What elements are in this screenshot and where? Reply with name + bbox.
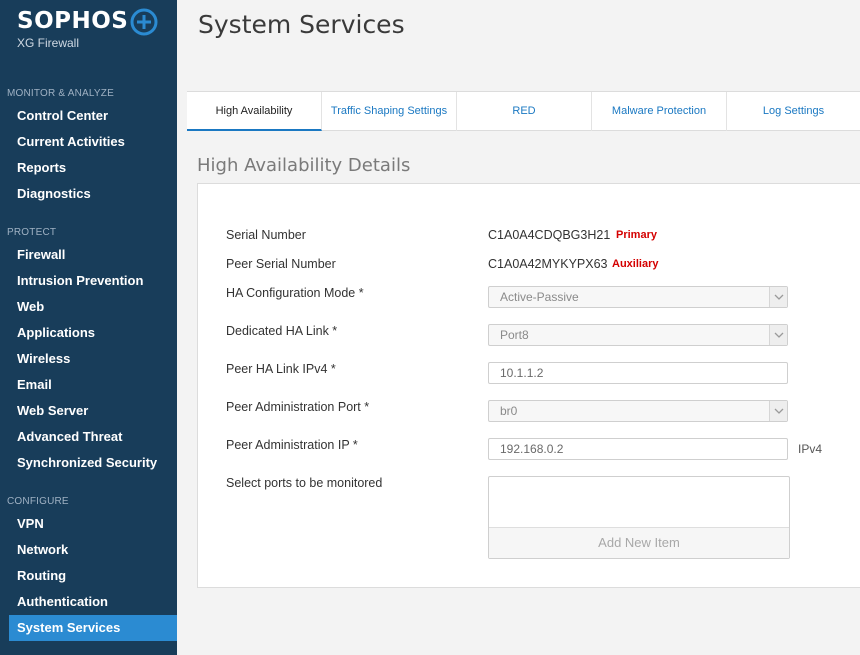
- ha-link-select[interactable]: Port8: [488, 324, 788, 346]
- peer-admin-port-value: br0: [500, 404, 518, 418]
- nav-item-web[interactable]: Web: [0, 294, 177, 320]
- serial-number-label: Serial Number: [226, 228, 306, 242]
- nav-item-vpn[interactable]: VPN: [0, 511, 177, 537]
- ha-link-dropdown-arrow[interactable]: [769, 325, 787, 345]
- nav-item-network[interactable]: Network: [0, 537, 177, 563]
- nav-item-applications[interactable]: Applications: [0, 320, 177, 346]
- peer-admin-ip-label: Peer Administration IP *: [226, 438, 358, 452]
- sophos-shield-icon: [130, 8, 158, 36]
- peer-admin-port-dropdown-arrow[interactable]: [769, 401, 787, 421]
- logo: SOPHOS XG Firewall: [17, 8, 128, 50]
- nav-item-authentication[interactable]: Authentication: [0, 589, 177, 615]
- ha-mode-value: Active-Passive: [500, 290, 579, 304]
- nav-item-intrusion-prevention[interactable]: Intrusion Prevention: [0, 268, 177, 294]
- ha-mode-label: HA Configuration Mode *: [226, 286, 364, 300]
- section-title-monitor: MONITOR & ANALYZE: [7, 88, 114, 99]
- chevron-down-icon: [774, 408, 784, 414]
- section-title-configure: CONFIGURE: [7, 496, 69, 507]
- peer-serial-number-value: C1A0A42MYKYPX63: [488, 257, 608, 271]
- section-title-protect: PROTECT: [7, 227, 57, 238]
- product-name: XG Firewall: [17, 36, 80, 50]
- chevron-down-icon: [774, 332, 784, 338]
- primary-badge: Primary: [616, 229, 657, 241]
- tab-high-availability[interactable]: High Availability: [187, 92, 322, 131]
- monitor-ports-label: Select ports to be monitored: [226, 476, 383, 490]
- add-new-item-button[interactable]: Add New Item: [489, 527, 789, 558]
- nav-item-advanced-threat[interactable]: Advanced Threat: [0, 424, 177, 450]
- ha-link-label: Dedicated HA Link *: [226, 324, 338, 338]
- tab-traffic-shaping-settings[interactable]: Traffic Shaping Settings: [322, 92, 457, 131]
- sidebar: SOPHOS XG Firewall MONITOR & ANALYZE Con…: [0, 0, 177, 655]
- nav-item-reports[interactable]: Reports: [0, 155, 177, 181]
- nav-item-wireless[interactable]: Wireless: [0, 346, 177, 372]
- tab-red[interactable]: RED: [457, 92, 592, 131]
- nav-item-system-services[interactable]: System Services: [9, 615, 177, 641]
- monitor-ports-list[interactable]: Add New Item: [488, 476, 790, 559]
- nav-item-diagnostics[interactable]: Diagnostics: [0, 181, 177, 207]
- nav-item-synchronized-security[interactable]: Synchronized Security: [0, 450, 177, 476]
- nav-item-current-activities[interactable]: Current Activities: [0, 129, 177, 155]
- ha-link-value: Port8: [500, 328, 529, 342]
- ha-details-panel: Serial Number C1A0A4CDQBG3H21 Primary Pe…: [197, 183, 860, 588]
- auxiliary-badge: Auxiliary: [612, 258, 659, 270]
- peer-ha-link-ip-label: Peer HA Link IPv4 *: [226, 362, 336, 376]
- peer-admin-ip-input[interactable]: 192.168.0.2: [488, 438, 788, 460]
- peer-admin-port-select[interactable]: br0: [488, 400, 788, 422]
- nav-item-email[interactable]: Email: [0, 372, 177, 398]
- page-title: System Services: [198, 10, 405, 39]
- tab-malware-protection[interactable]: Malware Protection: [592, 92, 727, 131]
- ha-mode-dropdown-arrow[interactable]: [769, 287, 787, 307]
- main-content: System Services High Availability Traffi…: [177, 0, 860, 655]
- tab-log-settings[interactable]: Log Settings: [727, 92, 860, 131]
- brand-name: SOPHOS: [17, 8, 129, 34]
- ha-mode-select[interactable]: Active-Passive: [488, 286, 788, 308]
- nav-item-control-center[interactable]: Control Center: [0, 103, 177, 129]
- serial-number-value: C1A0A4CDQBG3H21: [488, 228, 611, 242]
- chevron-down-icon: [774, 294, 784, 300]
- peer-ha-link-ip-input[interactable]: 10.1.1.2: [488, 362, 788, 384]
- section-heading: High Availability Details: [197, 155, 411, 176]
- tab-bar: High Availability Traffic Shaping Settin…: [187, 91, 860, 131]
- peer-admin-port-label: Peer Administration Port *: [226, 400, 370, 414]
- peer-ha-link-ip-value: 10.1.1.2: [500, 366, 544, 380]
- nav-item-firewall[interactable]: Firewall: [0, 242, 177, 268]
- nav-item-web-server[interactable]: Web Server: [0, 398, 177, 424]
- peer-serial-number-label: Peer Serial Number: [226, 257, 336, 271]
- nav-item-routing[interactable]: Routing: [0, 563, 177, 589]
- peer-admin-ip-value: 192.168.0.2: [500, 442, 564, 456]
- ipv4-suffix: IPv4: [798, 442, 823, 456]
